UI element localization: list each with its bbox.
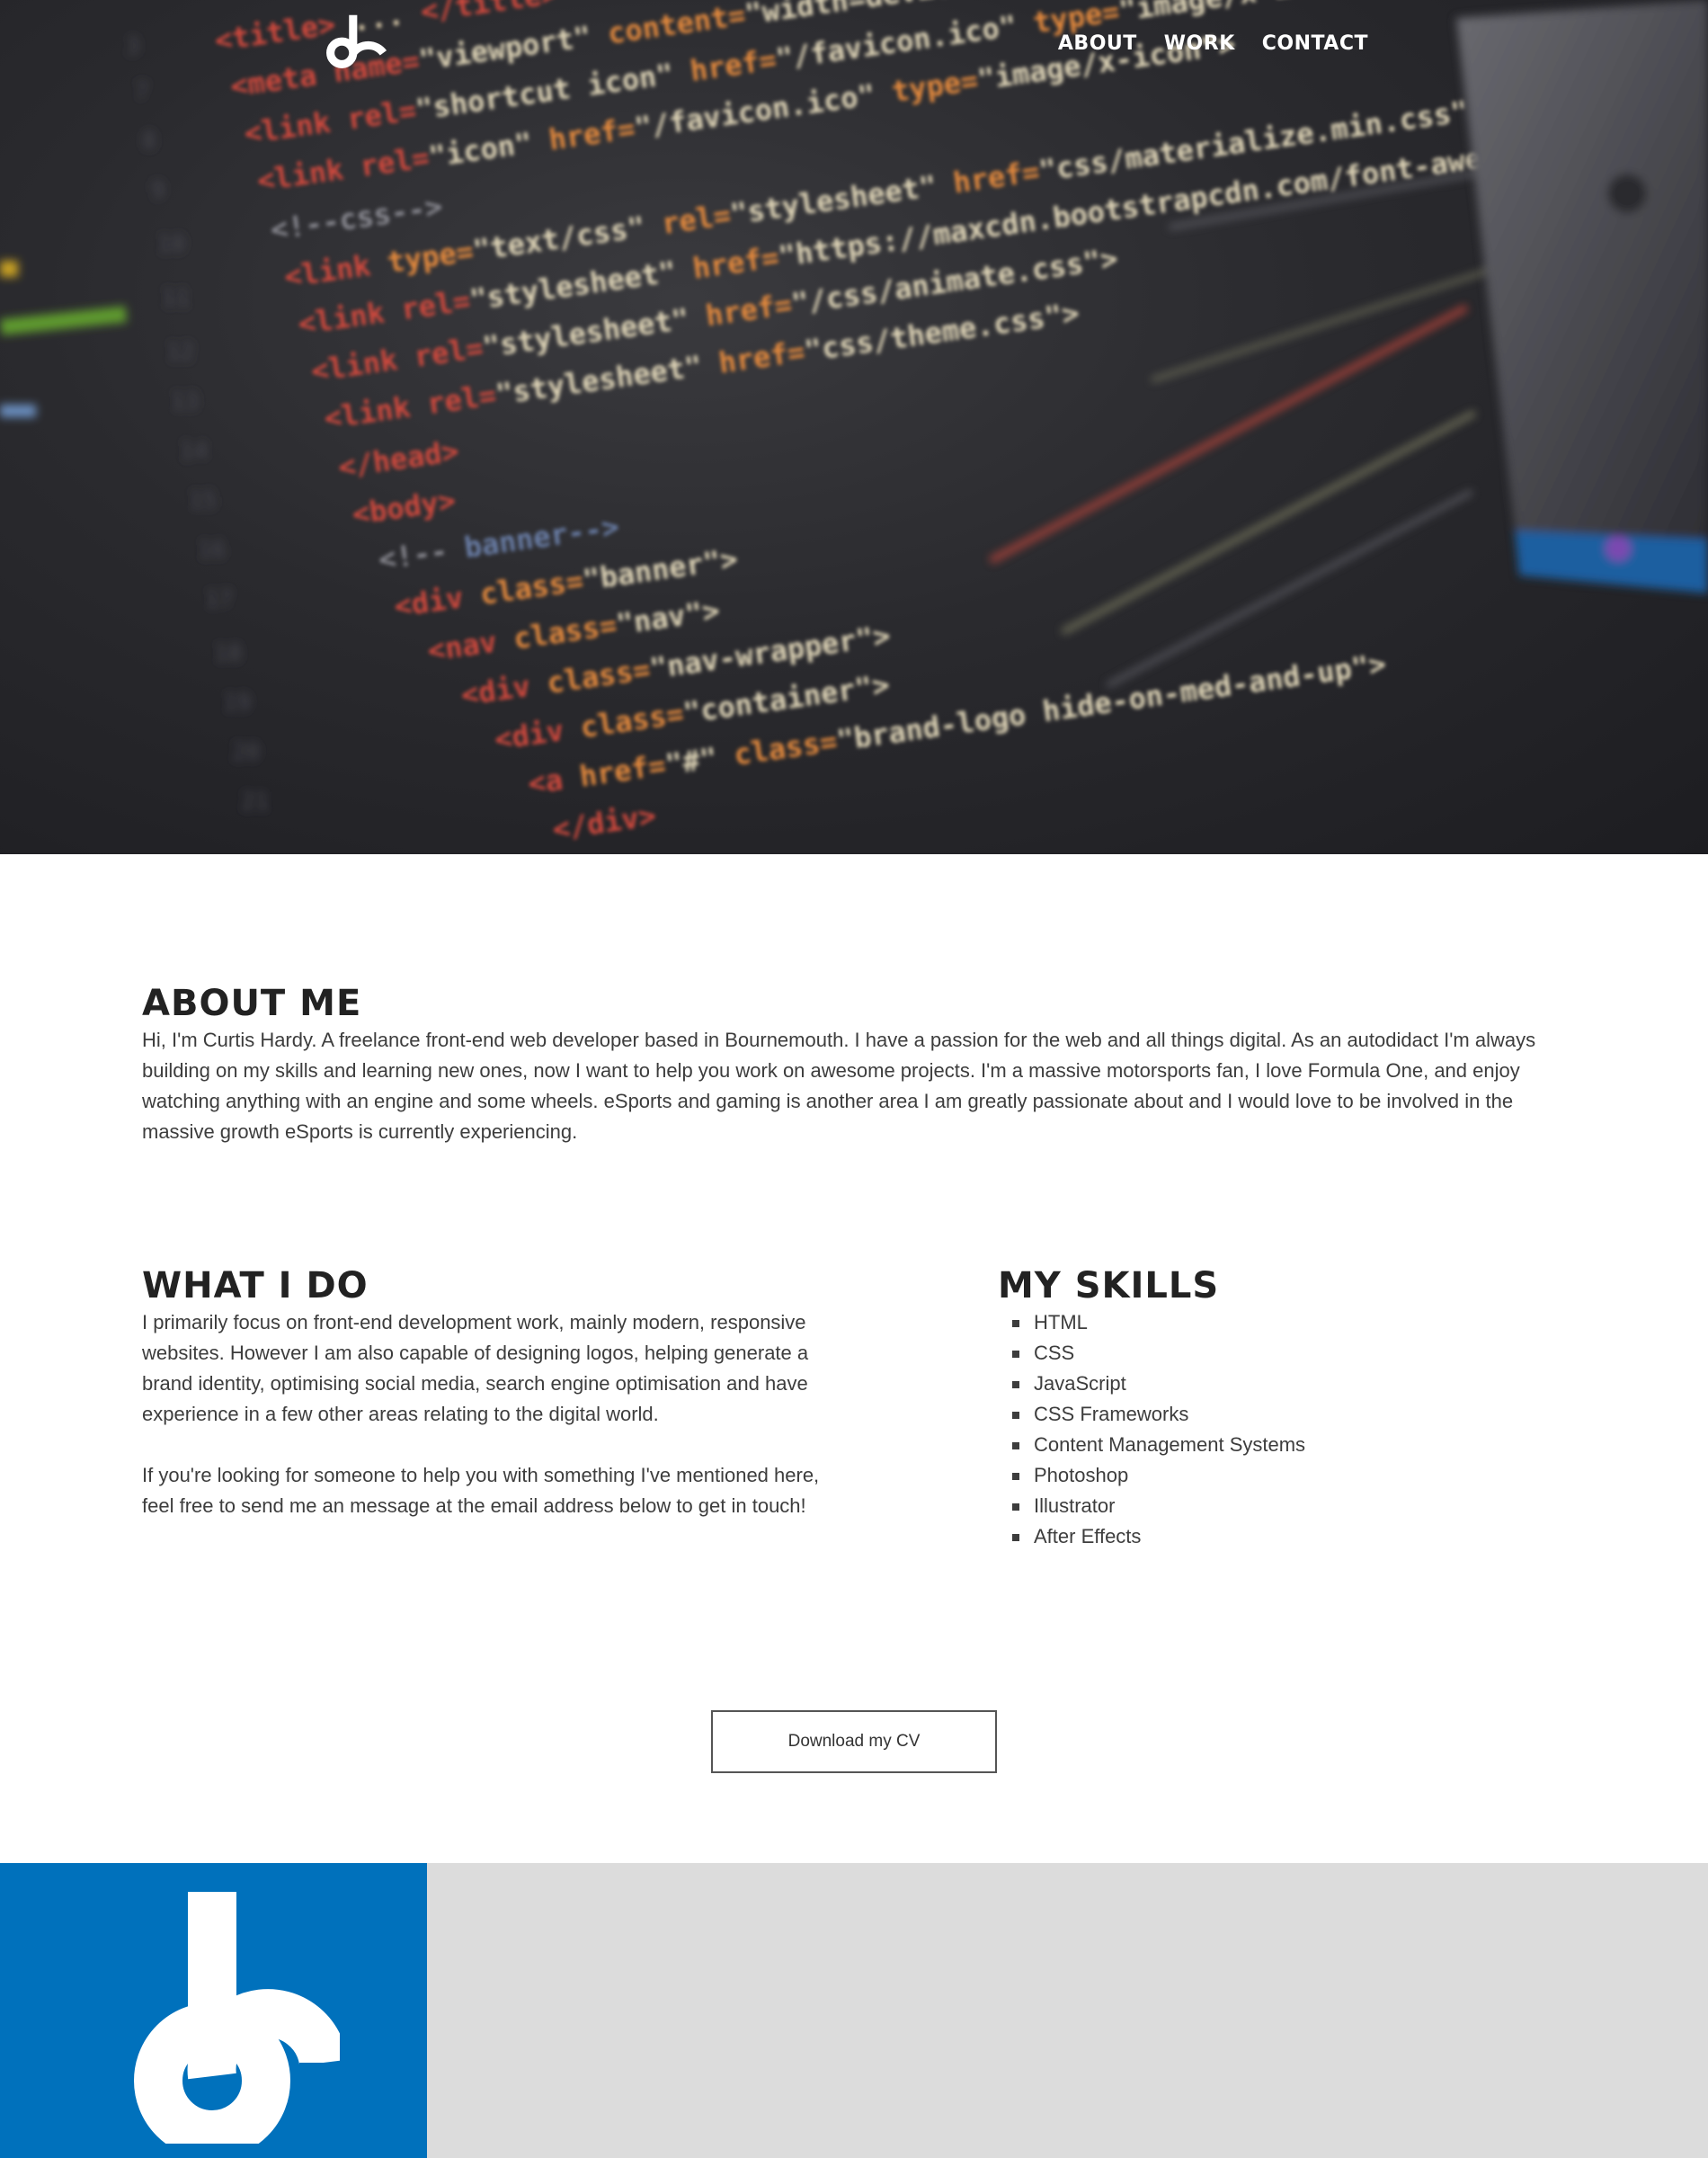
skill-item: After Effects (1012, 1521, 1537, 1552)
ch-logo-icon (133, 1892, 340, 2144)
footer-brand-block (0, 1863, 427, 2158)
svg-text:13: 13 (171, 388, 199, 415)
ch-logo-icon[interactable] (325, 13, 388, 76)
svg-text:3: 3 (126, 33, 140, 60)
about-heading: ABOUT ME (142, 983, 362, 1024)
nav-contact-link[interactable]: CONTACT (1262, 32, 1368, 55)
nav-about-link[interactable]: ABOUT (1058, 32, 1137, 55)
svg-text:<!--css-->: <!--css--> (269, 189, 445, 246)
skills-section: MY SKILLS HTML CSS JavaScript CSS Framew… (998, 1264, 1537, 1552)
what-i-do-section: WHAT I DO I primarily focus on front-end… (142, 1264, 852, 1521)
download-cv-button[interactable]: Download my CV (711, 1710, 997, 1773)
skills-list: HTML CSS JavaScript CSS Frameworks Conte… (1012, 1307, 1537, 1552)
svg-text:21: 21 (241, 789, 269, 816)
svg-text:20: 20 (232, 739, 260, 766)
nav-work-link[interactable]: WORK (1164, 32, 1235, 55)
footer (0, 1863, 1708, 2158)
skill-item: JavaScript (1012, 1369, 1537, 1399)
svg-text:17: 17 (205, 586, 233, 613)
svg-text:8: 8 (142, 128, 156, 155)
skill-item: HTML (1012, 1307, 1537, 1338)
skill-item: Content Management Systems (1012, 1430, 1537, 1460)
svg-text:</div>: </div> (550, 798, 658, 847)
skill-item: CSS (1012, 1338, 1537, 1369)
skill-item: Photoshop (1012, 1460, 1537, 1491)
svg-text:16: 16 (198, 537, 226, 564)
svg-text:</head>: </head> (336, 433, 461, 484)
svg-text:18: 18 (214, 640, 242, 667)
what-i-do-paragraph: If you're looking for someone to help yo… (142, 1464, 820, 1517)
svg-text:19: 19 (223, 690, 251, 717)
skills-heading: MY SKILLS (998, 1265, 1220, 1306)
about-text: Hi, I'm Curtis Hardy. A freelance front-… (142, 1029, 1536, 1143)
about-section: ABOUT ME Hi, I'm Curtis Hardy. A freelan… (142, 982, 1571, 1147)
skill-item: Illustrator (1012, 1491, 1537, 1521)
svg-text:15: 15 (189, 487, 217, 514)
what-i-do-paragraph: I primarily focus on front-end developme… (142, 1311, 809, 1425)
svg-text:12: 12 (166, 339, 194, 366)
main-nav: ABOUT WORK CONTACT (1058, 32, 1368, 55)
svg-text:14: 14 (180, 438, 208, 465)
svg-text:10: 10 (157, 231, 185, 258)
svg-text:9: 9 (151, 177, 165, 204)
svg-text:11: 11 (162, 285, 190, 312)
skill-item: CSS Frameworks (1012, 1399, 1537, 1430)
hero-banner: 378 9 10 11 12 13 14 15 16 17 18 19 20 21 <title… (0, 0, 1708, 854)
code-background-image: 378 91011 121314 151617 181920 21 <title… (0, 0, 1708, 847)
what-i-do-heading: WHAT I DO (142, 1265, 369, 1306)
svg-text:<body>: <body> (350, 483, 458, 531)
svg-text:7: 7 (135, 78, 149, 105)
